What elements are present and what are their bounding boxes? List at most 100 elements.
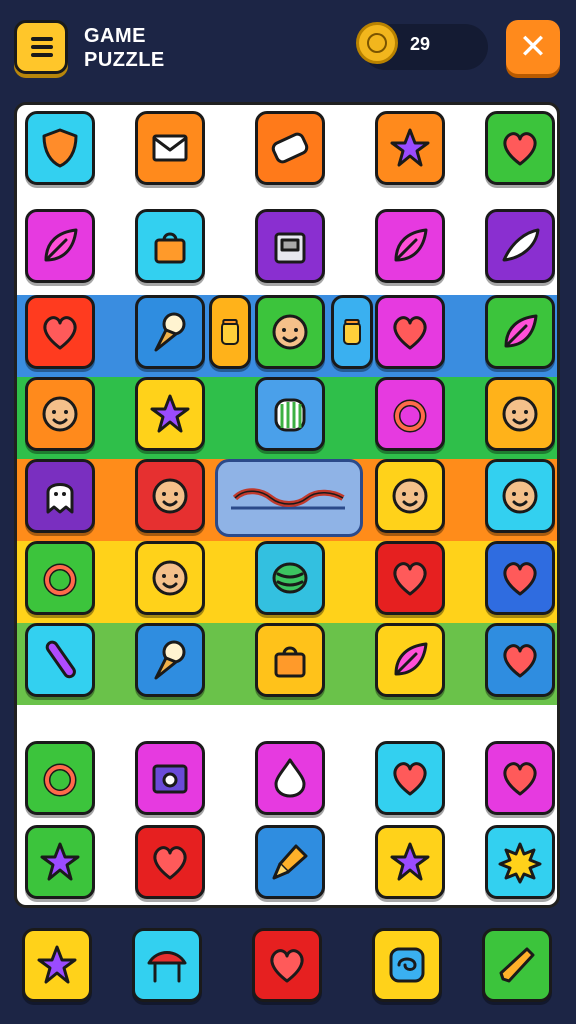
- close-button[interactable]: ✕: [506, 20, 560, 74]
- face-icon: [502, 396, 538, 432]
- tile-tray: [0, 912, 576, 1024]
- envelope-icon: [152, 134, 188, 162]
- game-title: GAME PUZZLE: [84, 24, 165, 72]
- heart-icon: [503, 562, 537, 596]
- ice-cream-icon: [154, 312, 186, 352]
- feather-icon: [502, 228, 540, 262]
- board-tile[interactable]: [375, 377, 445, 451]
- ring-icon: [393, 399, 427, 433]
- board-tile[interactable]: [25, 623, 95, 697]
- tray-tile[interactable]: [372, 928, 442, 1002]
- gate-icon: [274, 398, 306, 432]
- board-tile[interactable]: [485, 295, 555, 369]
- bag-icon: [154, 232, 186, 264]
- board-tile[interactable]: [255, 623, 325, 697]
- heart-icon: [270, 949, 304, 983]
- board-tile[interactable]: [135, 623, 205, 697]
- board-tile[interactable]: [255, 825, 325, 899]
- board-tile[interactable]: [375, 111, 445, 185]
- board-tile[interactable]: [25, 111, 95, 185]
- board-tile[interactable]: [135, 741, 205, 815]
- heart-icon: [393, 762, 427, 796]
- board-tile[interactable]: [375, 541, 445, 615]
- menu-button[interactable]: [14, 20, 68, 74]
- board-tile[interactable]: [135, 111, 205, 185]
- heart-icon: [153, 846, 187, 880]
- tray-tile[interactable]: [482, 928, 552, 1002]
- board-tile[interactable]: [485, 111, 555, 185]
- board-tile[interactable]: [25, 825, 95, 899]
- board-tile[interactable]: [485, 377, 555, 451]
- heart-icon: [393, 316, 427, 350]
- board-tile[interactable]: [255, 741, 325, 815]
- carrot-icon: [499, 947, 535, 983]
- board-tile[interactable]: [485, 825, 555, 899]
- board-tile[interactable]: [135, 209, 205, 283]
- board-tile[interactable]: [485, 741, 555, 815]
- board-tile[interactable]: [485, 541, 555, 615]
- board-tile[interactable]: [375, 295, 445, 369]
- board-tile[interactable]: [25, 541, 95, 615]
- title-line-2: PUZZLE: [84, 49, 165, 71]
- heart-icon: [503, 132, 537, 166]
- board-tile[interactable]: [485, 209, 555, 283]
- board-tile[interactable]: [25, 741, 95, 815]
- heart-icon: [43, 316, 77, 350]
- board-tile[interactable]: [255, 541, 325, 615]
- coin-count: 29: [410, 34, 431, 54]
- leaf-icon: [44, 228, 78, 262]
- face-icon: [392, 478, 428, 514]
- swirl-icon: [389, 947, 425, 983]
- heart-icon: [503, 644, 537, 678]
- board-tile[interactable]: [375, 741, 445, 815]
- star-icon: [150, 394, 190, 433]
- coin-icon: [356, 22, 398, 64]
- leaf-icon: [394, 642, 428, 676]
- hamburger-line: [31, 45, 53, 49]
- heart-icon: [503, 762, 537, 796]
- tray-tile[interactable]: [132, 928, 202, 1002]
- ring-icon: [43, 563, 77, 597]
- board-tile[interactable]: [485, 623, 555, 697]
- camera-icon: [152, 764, 188, 794]
- board-tile[interactable]: [375, 209, 445, 283]
- heart-icon: [393, 562, 427, 596]
- board-tile[interactable]: [209, 295, 251, 369]
- board-tile[interactable]: [25, 377, 95, 451]
- board-tile[interactable]: [255, 111, 325, 185]
- top-bar: GAME PUZZLE 29 ✕: [0, 0, 576, 96]
- board-tile[interactable]: [485, 459, 555, 533]
- drop-icon: [274, 758, 306, 798]
- ghost-icon: [46, 483, 74, 514]
- board-tile[interactable]: [135, 825, 205, 899]
- special-tile[interactable]: [215, 459, 363, 537]
- board-tile[interactable]: [375, 825, 445, 899]
- board-tile[interactable]: [135, 541, 205, 615]
- burst-icon: [498, 842, 542, 884]
- board-tile[interactable]: [255, 209, 325, 283]
- bandage-icon: [271, 132, 309, 164]
- leaf-icon: [504, 314, 538, 348]
- face-icon: [152, 478, 188, 514]
- board-tile[interactable]: [135, 295, 205, 369]
- star-icon: [37, 945, 77, 984]
- bone-chain-icon: [231, 488, 345, 510]
- board-tile[interactable]: [331, 295, 373, 369]
- board-tile[interactable]: [135, 459, 205, 533]
- board-tile[interactable]: [255, 295, 325, 369]
- board-tile[interactable]: [375, 623, 445, 697]
- ball-icon: [272, 562, 308, 594]
- board-tile[interactable]: [255, 377, 325, 451]
- board-tile[interactable]: [25, 209, 95, 283]
- tent-icon: [147, 951, 187, 983]
- star-icon: [40, 842, 80, 881]
- tray-tile[interactable]: [252, 928, 322, 1002]
- close-icon: ✕: [518, 28, 548, 66]
- tray-tile[interactable]: [22, 928, 92, 1002]
- board-tile[interactable]: [375, 459, 445, 533]
- ring-icon: [43, 763, 77, 797]
- board-tile[interactable]: [25, 295, 95, 369]
- board-tile[interactable]: [25, 459, 95, 533]
- board-tile[interactable]: [135, 377, 205, 451]
- jar-icon: [221, 319, 239, 345]
